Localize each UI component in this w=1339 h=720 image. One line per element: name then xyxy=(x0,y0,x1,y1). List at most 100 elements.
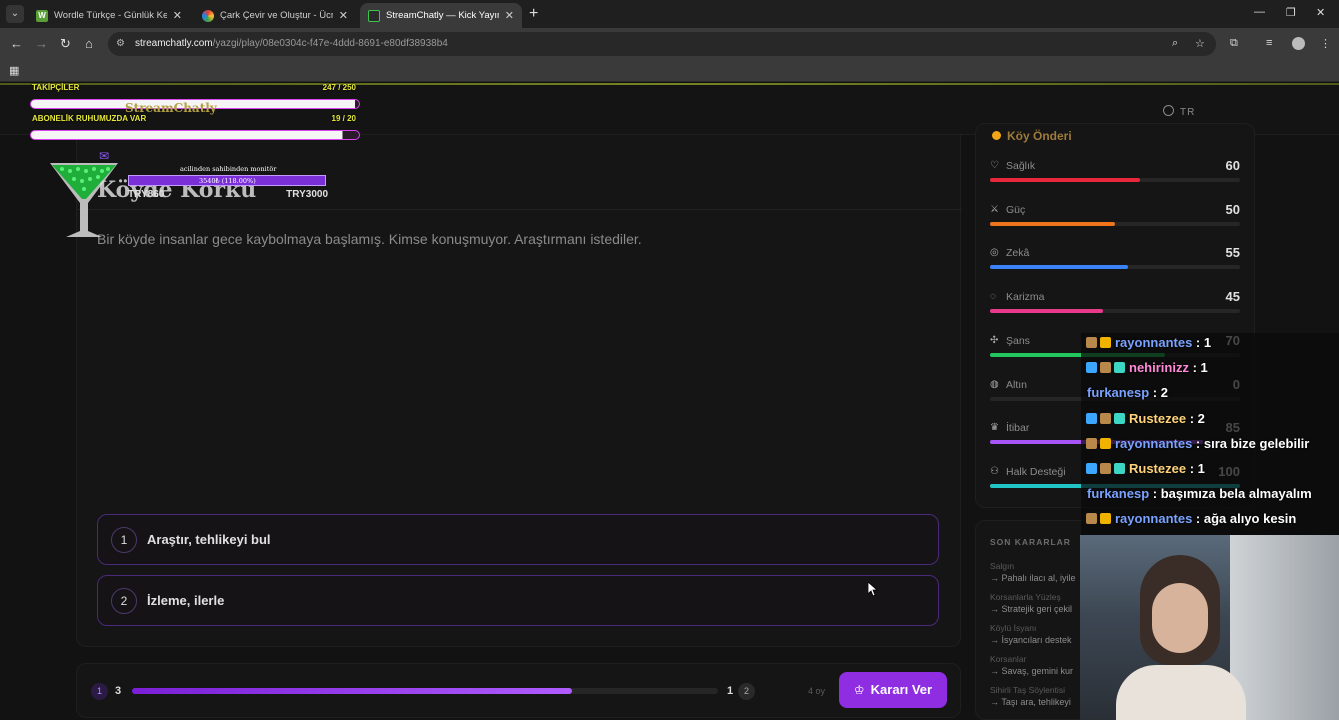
close-tab-icon[interactable]: ✕ xyxy=(505,9,514,22)
stat-track xyxy=(990,265,1240,270)
vote-bar: 1 3 1 2 4 oy ♔ Kararı Ver xyxy=(76,663,961,718)
reload-icon[interactable]: ↻ xyxy=(60,36,71,52)
close-window-icon[interactable]: ✕ xyxy=(1316,6,1325,19)
chat-badge-icon xyxy=(1086,362,1097,374)
wheel-favicon-icon xyxy=(202,9,214,22)
chat-badge-icon xyxy=(1100,437,1111,449)
url-field[interactable]: ⚙ streamchatly.com/yazgi/play/08e0304c-f… xyxy=(108,32,1216,56)
donation-max: TRY3000 xyxy=(286,189,328,200)
minimize-icon[interactable]: — xyxy=(1254,6,1265,18)
chat-text: : 1 xyxy=(1192,335,1212,350)
coins-icon: ◍ xyxy=(990,378,999,390)
bookmarks-bar: ▦ xyxy=(0,60,1339,82)
chat-text: : başımıza bela almayalım xyxy=(1149,486,1312,502)
close-tab-icon[interactable]: ✕ xyxy=(173,9,182,22)
media-control-icon[interactable]: ≡ xyxy=(1266,37,1272,49)
chat-badge-icon xyxy=(1100,513,1111,525)
followers-row: TAKİPÇİLER 247 / 250 xyxy=(32,83,358,92)
heart-icon: ♡ xyxy=(990,160,999,171)
stat-name: Halk Desteği xyxy=(1006,465,1066,478)
cocktail-glass-icon xyxy=(50,163,118,237)
story-text: Bir köyde insanlar gece kaybolmaya başla… xyxy=(97,231,642,247)
stat-name: Zekâ xyxy=(1006,247,1030,260)
choice-number: 1 xyxy=(111,527,137,553)
vote-progress-fill xyxy=(132,688,572,694)
zoom-icon[interactable]: ⌕ xyxy=(1172,37,1178,50)
option-2-badge: 2 xyxy=(738,683,755,700)
option-2-count: 1 xyxy=(727,685,734,697)
language-code: TR xyxy=(1180,107,1196,118)
close-tab-icon[interactable]: ✕ xyxy=(339,9,348,22)
chat-badge-icon xyxy=(1086,337,1097,348)
apps-grid-icon[interactable]: ▦ xyxy=(9,64,19,77)
chat-text: : ağa alıyo kesin xyxy=(1192,511,1297,527)
site-info-icon[interactable]: ⚙ xyxy=(116,38,125,49)
browser-tab-bar: ⌄ W Wordle Türkçe - Günlük Kelime ✕ Çark… xyxy=(0,0,1339,28)
chat-overlay: rayonnantes : 1 nehirinizz : 1 furkanesp :… xyxy=(1081,333,1339,535)
stat-value: 55 xyxy=(1225,245,1240,261)
chat-username: rayonnantes xyxy=(1115,435,1193,451)
address-toolbar: ← → ↻ ⌂ ⚙ streamchatly.com/yazgi/play/08… xyxy=(0,28,1339,60)
forward-icon[interactable]: → xyxy=(35,36,48,51)
tab-search-button[interactable]: ⌄ xyxy=(6,5,24,23)
chat-badge-icon xyxy=(1114,463,1125,474)
new-tab-icon[interactable]: + xyxy=(529,5,538,23)
brand-watermark: StreamChatly xyxy=(125,101,217,115)
chat-badge-icon xyxy=(1100,463,1111,474)
option-1-badge: 1 xyxy=(91,683,108,700)
chat-badge-icon xyxy=(1100,412,1111,424)
chat-username: rayonnantes xyxy=(1115,335,1193,350)
stat-name: Şans xyxy=(1006,334,1030,347)
stat-name: Sağlık xyxy=(1006,160,1036,172)
donation-progress-bar: 3540₺ (118.00%) xyxy=(128,175,326,186)
tab-wordle[interactable]: W Wordle Türkçe - Günlük Kelime ✕ xyxy=(28,3,190,28)
menu-kebab-icon[interactable]: ⋮ xyxy=(1320,37,1331,50)
stat-name: İtibar xyxy=(1006,422,1030,435)
language-switcher[interactable]: TR xyxy=(1163,105,1195,118)
stats-title: Köy Önderi xyxy=(992,129,1072,143)
url-path: /yazgi/play/08e0304c-f47e-4ddd-8691-e80d… xyxy=(212,38,448,49)
tab-title: Çark Çevir ve Oluştur - Ücretsiz xyxy=(220,10,333,21)
wordle-favicon-icon: W xyxy=(36,9,48,22)
followers-count: 247 / 250 xyxy=(322,83,356,92)
followers-label: TAKİPÇİLER xyxy=(32,83,80,92)
choice-option-1[interactable]: 1 Araştır, tehlikeyi bul xyxy=(97,514,939,565)
chat-message: Rustezee : 1 xyxy=(1086,461,1205,483)
profile-avatar-icon[interactable] xyxy=(1292,37,1305,50)
chat-username: rayonnantes xyxy=(1115,511,1193,527)
stat-name: Karizma xyxy=(1006,291,1045,304)
chat-message: rayonnantes : sıra bize gelebilir xyxy=(1086,436,1309,458)
tab-wheel[interactable]: Çark Çevir ve Oluştur - Ücretsiz ✕ xyxy=(194,3,356,28)
crown-icon: ♛ xyxy=(990,422,999,434)
tab-streamchatly[interactable]: StreamChatly — Kick Yayıncıları ✕ xyxy=(360,3,522,28)
home-icon[interactable]: ⌂ xyxy=(85,36,93,51)
streamchatly-favicon-icon xyxy=(368,9,380,22)
chat-text: : 2 xyxy=(1186,410,1205,426)
chat-username: nehirinizz xyxy=(1129,360,1189,376)
clover-icon: ✣ xyxy=(990,334,999,346)
donation-min: TRY860 xyxy=(128,189,165,200)
stat-row: ◎ Zekâ 55 xyxy=(990,245,1240,277)
chat-username: furkanesp xyxy=(1087,486,1150,502)
back-icon[interactable]: ← xyxy=(10,36,23,51)
subs-label: ABONELİK RUHUMUZDA VAR xyxy=(32,114,147,123)
subs-progress-bar xyxy=(30,130,360,140)
chat-badge-icon xyxy=(1114,362,1125,374)
sword-icon: ⚔ xyxy=(990,203,999,215)
choice-label: İzleme, ilerle xyxy=(147,593,225,608)
follower-goal-overlay: TAKİPÇİLER 247 / 250 StreamChatly ABONELİ… xyxy=(30,83,360,143)
chat-text: : 2 xyxy=(1149,385,1168,401)
stat-row: ◌ Karizma 45 xyxy=(990,289,1240,321)
decide-button[interactable]: ♔ Kararı Ver xyxy=(839,672,947,708)
extensions-icon[interactable]: ⧉ xyxy=(1230,37,1238,50)
choice-label: Araştır, tehlikeyi bul xyxy=(147,532,271,547)
globe-icon xyxy=(1163,105,1174,116)
stat-fill xyxy=(990,221,1115,226)
chat-badge-icon xyxy=(1086,412,1097,424)
bookmark-star-icon[interactable]: ☆ xyxy=(1195,37,1205,50)
brain-icon: ◎ xyxy=(990,247,999,259)
choice-option-2[interactable]: 2 İzleme, ilerle xyxy=(97,575,939,626)
chat-username: Rustezee xyxy=(1129,410,1187,426)
restore-icon[interactable]: ❐ xyxy=(1286,6,1296,19)
chat-message: nehirinizz : 1 xyxy=(1086,360,1208,382)
